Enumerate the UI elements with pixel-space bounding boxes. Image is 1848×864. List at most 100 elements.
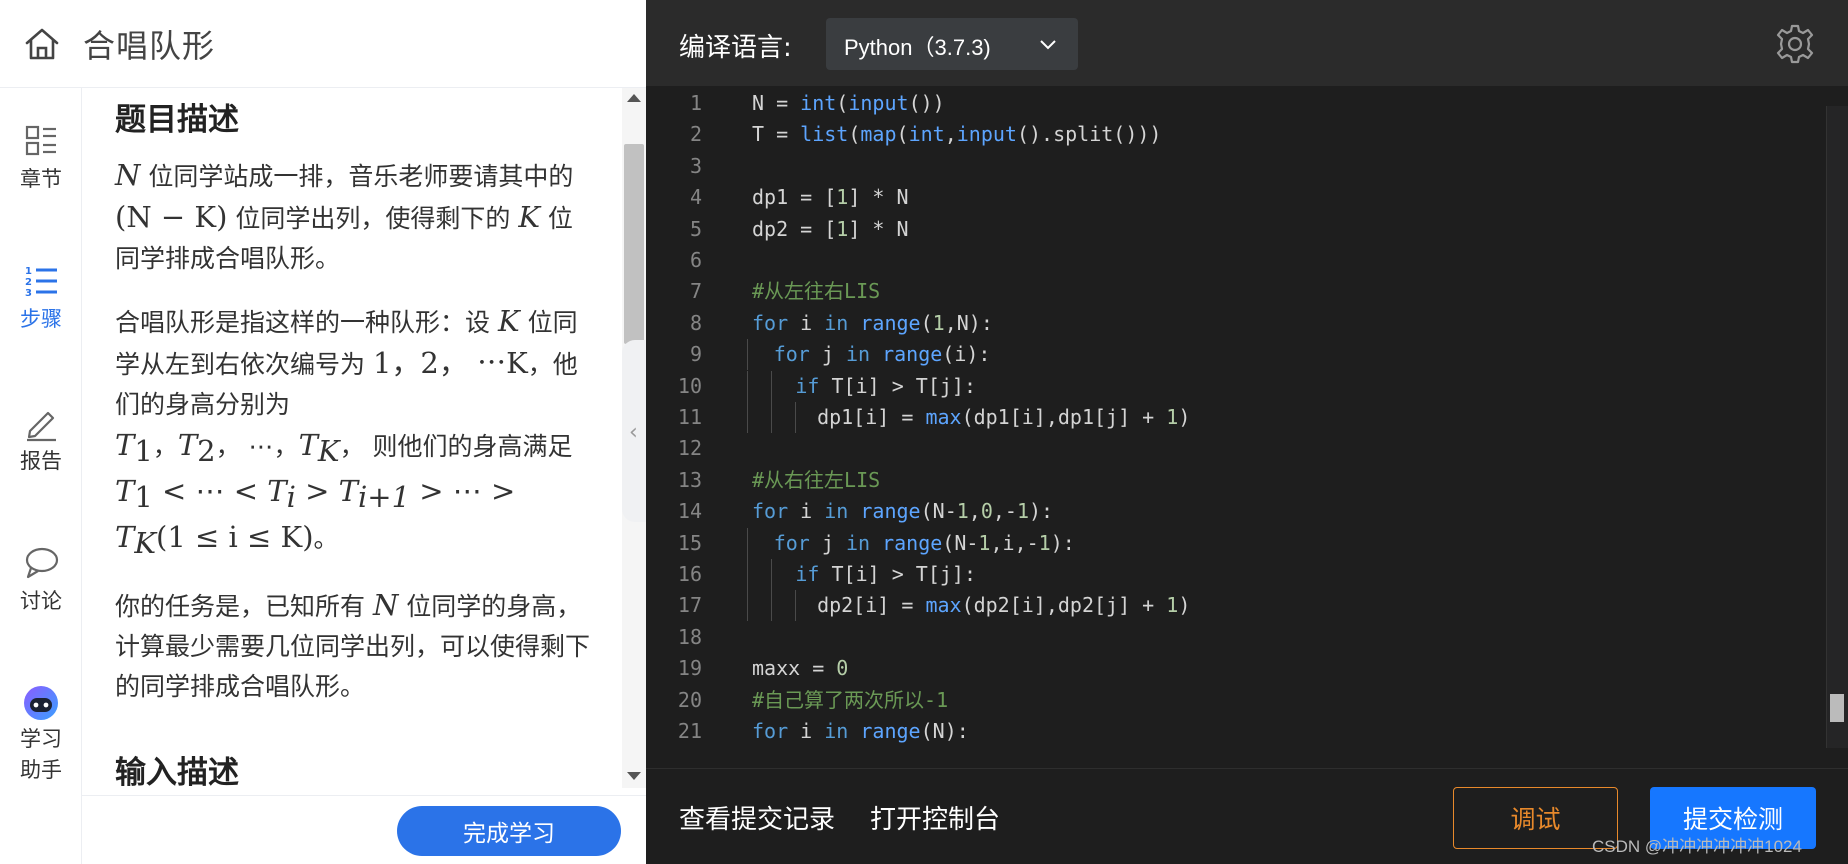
problem-footer: 完成学习 bbox=[82, 795, 646, 864]
code-token: in bbox=[845, 342, 871, 367]
line-number: 19 bbox=[677, 656, 702, 681]
indent-guide bbox=[795, 402, 797, 433]
section-title-input: 输入描述 bbox=[115, 755, 239, 788]
scrollbar-thumb[interactable] bbox=[624, 144, 644, 344]
code-text: if T[i] > T[j]: bbox=[795, 559, 976, 590]
code-line[interactable]: 14 for i in range(N-1,0,-1): bbox=[646, 496, 1826, 527]
gear-icon[interactable] bbox=[1774, 23, 1816, 65]
editor-toolbar: 编译语言: Python（3.7.3) bbox=[646, 0, 1848, 86]
code-line[interactable]: 20 #自己算了两次所以-1 bbox=[646, 685, 1826, 716]
line-number: 3 bbox=[689, 153, 702, 178]
code-line[interactable]: 18 bbox=[646, 622, 1826, 653]
sidebar-item-report[interactable]: 报告 bbox=[0, 404, 82, 477]
code-token: int bbox=[908, 122, 945, 147]
code-token: (N- bbox=[942, 530, 979, 555]
code-text: dp1 = [1] * N bbox=[752, 182, 909, 213]
sidebar-item-label: 步骤 bbox=[20, 307, 62, 331]
sidebar-item-label: 报告 bbox=[20, 449, 62, 473]
code-token: 1 bbox=[836, 185, 849, 210]
svg-text:1: 1 bbox=[25, 266, 32, 277]
code-line[interactable]: 6 bbox=[646, 245, 1826, 276]
collapse-panel-handle[interactable]: ‹ bbox=[622, 340, 648, 522]
code-token: (dp2[i],dp2[j] + bbox=[961, 593, 1167, 618]
code-token: int bbox=[800, 91, 837, 115]
code-line[interactable]: 1 N = int(input()) bbox=[646, 88, 1826, 119]
code-token: (N): bbox=[920, 719, 969, 743]
sidebar-item-steps[interactable]: 1 2 3 步骤 bbox=[0, 262, 82, 335]
code-token: 0 bbox=[836, 656, 849, 681]
line-number: 16 bbox=[677, 562, 702, 586]
code-token: ( bbox=[848, 122, 861, 147]
sidebar-item-discussion[interactable]: 讨论 bbox=[0, 544, 82, 617]
code-line[interactable]: 13 #从右往左LIS bbox=[646, 465, 1826, 496]
code-text: #从右往左LIS bbox=[752, 465, 880, 496]
editor-scroll-thumb[interactable] bbox=[1830, 694, 1844, 722]
code-text: for j in range(i): bbox=[774, 339, 991, 370]
open-console-link[interactable]: 打开控制台 bbox=[870, 799, 1000, 836]
code-line[interactable]: 5 dp2 = [1] * N bbox=[646, 214, 1826, 245]
code-line[interactable]: 17 dp2[i] = max(dp2[i],dp2[j] + 1) bbox=[646, 590, 1826, 622]
code-line[interactable]: 3 bbox=[646, 151, 1826, 182]
indent-guide bbox=[747, 590, 748, 622]
problem-paragraph-3: 你的任务是，已知所有 N 位同学的身高，计算最少需要几位同学出列，可以使得剩下的… bbox=[115, 588, 591, 701]
chevron-left-icon: ‹ bbox=[629, 420, 638, 445]
code-text: N = int(input()) bbox=[752, 88, 945, 119]
code-token: for bbox=[752, 499, 789, 524]
code-line[interactable]: 9 for j in range(i): bbox=[646, 339, 1826, 371]
code-token: ): bbox=[1029, 499, 1054, 524]
code-line[interactable]: 19 maxx = 0 bbox=[646, 653, 1826, 684]
code-token: 1 bbox=[836, 216, 849, 241]
code-line[interactable]: 10 if T[i] > T[j]: bbox=[646, 370, 1826, 402]
code-token: in bbox=[845, 530, 871, 555]
code-line[interactable]: 15 for j in range(N-1,i,-1): bbox=[646, 527, 1826, 559]
code-text: dp2[i] = max(dp2[i],dp2[j] + 1) bbox=[817, 590, 1190, 621]
chapters-icon bbox=[25, 125, 56, 156]
code-token: max bbox=[925, 593, 962, 618]
code-token: in bbox=[824, 719, 849, 743]
line-number: 2 bbox=[689, 122, 702, 147]
code-token: maxx = bbox=[752, 656, 837, 681]
code-line[interactable]: 21 for i in range(N): bbox=[646, 716, 1826, 747]
indent-guide bbox=[771, 559, 773, 590]
code-token: (N- bbox=[920, 499, 957, 524]
line-number: 8 bbox=[689, 310, 702, 335]
code-token: 1 bbox=[1166, 593, 1179, 618]
submission-history-link[interactable]: 查看提交记录 bbox=[679, 799, 835, 836]
code-line[interactable]: 16 if T[i] > T[j]: bbox=[646, 559, 1826, 590]
code-token: dp1 = [ bbox=[752, 185, 837, 210]
code-line[interactable]: 2T = list(map(int,input().split())) bbox=[646, 119, 1826, 150]
code-line[interactable]: 11 dp1[i] = max(dp1[i],dp1[j] + 1) bbox=[646, 402, 1826, 433]
editor-scrollbar[interactable] bbox=[1826, 106, 1848, 748]
code-token: (dp1[i],dp1[j] + bbox=[961, 405, 1167, 429]
code-token: in bbox=[824, 310, 849, 335]
sidebar-item-chapters[interactable]: 章节 bbox=[0, 122, 82, 195]
home-icon[interactable] bbox=[23, 25, 61, 63]
code-token: N = bbox=[752, 91, 801, 115]
finish-study-button[interactable]: 完成学习 bbox=[397, 806, 621, 856]
code-token: ().split())) bbox=[1016, 122, 1162, 147]
scroll-up-arrow-icon[interactable] bbox=[627, 94, 641, 102]
line-number: 1 bbox=[689, 91, 702, 115]
code-text: for i in range(1,N): bbox=[752, 308, 993, 339]
indent-guide bbox=[747, 559, 748, 590]
sidebar-item-assistant[interactable]: 学习 助手 bbox=[0, 684, 82, 786]
code-token: i bbox=[788, 310, 825, 335]
scroll-down-arrow-icon[interactable] bbox=[627, 772, 641, 780]
code-line[interactable]: 4 dp1 = [1] * N bbox=[646, 182, 1826, 213]
code-line[interactable]: 8 for i in range(1,N): bbox=[646, 308, 1826, 339]
code-token: ()) bbox=[908, 91, 945, 115]
code-line[interactable]: 12 bbox=[646, 433, 1826, 464]
code-token: input bbox=[956, 122, 1017, 147]
language-select[interactable]: Python（3.7.3) bbox=[826, 18, 1078, 70]
problem-header: 合唱队形 bbox=[0, 0, 646, 88]
code-token: j bbox=[809, 530, 846, 555]
code-text: maxx = 0 bbox=[752, 653, 848, 684]
code-line[interactable]: 7 #从左往右LIS bbox=[646, 276, 1826, 307]
problem-paragraph-2: 合唱队形是指这样的一种队形：设 K 位同学从左到右依次编号为 1，2， ⋯K，他… bbox=[115, 304, 578, 560]
chevron-down-icon bbox=[1040, 40, 1056, 50]
code-area[interactable]: 1N = int(input()) 2 T = list(map(int,input… bbox=[646, 86, 1826, 748]
code-text: for i in range(N): bbox=[752, 716, 969, 747]
line-number: 12 bbox=[677, 436, 702, 461]
